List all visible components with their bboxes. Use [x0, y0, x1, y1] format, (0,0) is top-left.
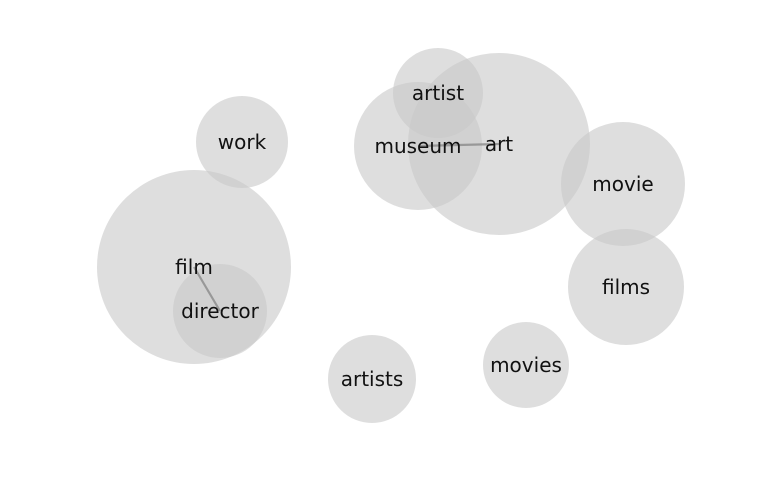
word-bubble-diagram: film director work art museum artist movie film…: [97, 48, 685, 423]
label-museum: museum: [374, 134, 461, 158]
label-art: art: [485, 132, 513, 156]
label-artist: artist: [412, 81, 464, 105]
label-director: director: [181, 299, 259, 323]
label-artists: artists: [341, 367, 404, 391]
label-movies: movies: [490, 353, 562, 377]
label-movie: movie: [592, 172, 653, 196]
label-film: film: [175, 255, 213, 279]
label-films: films: [602, 275, 650, 299]
label-work: work: [218, 130, 267, 154]
